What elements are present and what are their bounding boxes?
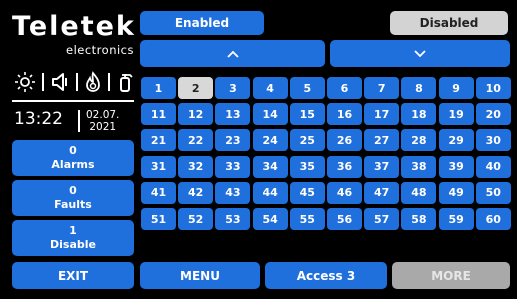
zone-cell-29[interactable]: 29 [438,129,474,152]
zone-cell-55[interactable]: 55 [289,208,325,230]
zone-cell-23[interactable]: 23 [215,129,251,152]
zone-cell-48[interactable]: 48 [401,181,437,204]
icon-separator [108,73,110,91]
zone-cell-39[interactable]: 39 [438,155,474,178]
zone-cell-36[interactable]: 36 [327,155,362,178]
zone-cell-59[interactable]: 59 [438,208,474,230]
chevron-down-icon [414,49,426,57]
zone-cell-31[interactable]: 31 [141,155,176,178]
zone-cell-2[interactable]: 2 [178,77,214,99]
divider [12,100,134,102]
date-year: 2021 [89,121,117,133]
chevron-up-icon [226,50,239,58]
zone-cell-49[interactable]: 49 [438,181,474,204]
fire-extinguisher-icon [120,74,133,92]
zone-cell-33[interactable]: 33 [215,155,251,178]
zone-cell-58[interactable]: 58 [401,208,437,230]
zone-cell-45[interactable]: 45 [289,181,325,204]
menu-button[interactable]: MENU [140,262,260,289]
zone-cell-6[interactable]: 6 [327,77,362,99]
faults-counter-button[interactable]: 0 Faults [12,180,134,216]
zone-cell-20[interactable]: 20 [475,103,511,126]
faults-count: 0 [69,184,77,197]
enabled-button[interactable]: Enabled [140,11,264,35]
zone-cell-19[interactable]: 19 [438,103,474,126]
zone-cell-9[interactable]: 9 [438,77,474,99]
icon-separator [76,73,78,91]
zone-cell-30[interactable]: 30 [475,129,511,152]
zone-cell-28[interactable]: 28 [401,129,437,152]
alarms-count: 0 [69,144,77,157]
panel-screen: Teletek electronics 13:22 02.07. 2021 0 … [0,0,517,299]
zone-cell-11[interactable]: 11 [141,103,176,126]
speaker-icon [52,73,67,91]
zone-cell-14[interactable]: 14 [252,103,288,126]
zone-cell-54[interactable]: 54 [252,208,288,230]
zone-cell-24[interactable]: 24 [252,129,288,152]
zone-cell-18[interactable]: 18 [401,103,437,126]
disable-label: Disable [50,238,96,251]
zone-cell-22[interactable]: 22 [178,129,214,152]
zone-cell-10[interactable]: 10 [475,77,511,99]
zone-cell-7[interactable]: 7 [364,77,400,99]
scroll-down-button[interactable] [330,40,510,67]
zone-cell-16[interactable]: 16 [327,103,362,126]
zone-cell-51[interactable]: 51 [141,208,176,230]
zone-cell-38[interactable]: 38 [401,155,437,178]
zone-cell-12[interactable]: 12 [178,103,214,126]
zone-cell-50[interactable]: 50 [475,181,511,204]
zone-cell-46[interactable]: 46 [327,181,362,204]
zone-cell-53[interactable]: 53 [215,208,251,230]
zone-cell-41[interactable]: 41 [141,181,176,204]
zone-cell-34[interactable]: 34 [252,155,288,178]
faults-label: Faults [54,198,92,211]
icon-separator [42,73,44,91]
zone-cell-21[interactable]: 21 [141,129,176,152]
zone-cell-40[interactable]: 40 [475,155,511,178]
zone-cell-26[interactable]: 26 [327,129,362,152]
zone-cell-52[interactable]: 52 [178,208,214,230]
sun-icon [15,72,35,92]
zone-cell-47[interactable]: 47 [364,181,400,204]
clock-date: 02.07. 2021 [86,109,119,133]
brand-logo: Teletek [12,11,136,42]
disable-counter-button[interactable]: 1 Disable [12,220,134,256]
status-icons-bar [14,70,134,94]
fire-icon [86,71,100,92]
brand-subtitle: electronics [66,43,134,57]
zone-cell-15[interactable]: 15 [289,103,325,126]
zone-cell-37[interactable]: 37 [364,155,400,178]
zone-cell-57[interactable]: 57 [364,208,400,230]
zone-cell-25[interactable]: 25 [289,129,325,152]
zone-cell-8[interactable]: 8 [401,77,437,99]
zone-cell-43[interactable]: 43 [215,181,251,204]
scroll-up-button[interactable] [140,40,325,67]
zone-cell-42[interactable]: 42 [178,181,214,204]
zone-cell-27[interactable]: 27 [364,129,400,152]
clock-separator [78,110,80,132]
clock-time: 13:22 [14,109,63,129]
access-level-button[interactable]: Access 3 [265,262,387,289]
date-day-month: 02.07. [86,109,120,121]
zone-cell-1[interactable]: 1 [141,77,176,99]
alarms-counter-button[interactable]: 0 Alarms [12,140,134,176]
zone-cell-5[interactable]: 5 [289,77,325,99]
disabled-button[interactable]: Disabled [390,11,508,35]
disable-count: 1 [69,224,77,237]
zone-cell-3[interactable]: 3 [215,77,251,99]
zone-cell-44[interactable]: 44 [252,181,288,204]
zone-cell-60[interactable]: 60 [475,208,511,230]
more-button[interactable]: MORE [392,262,510,289]
zone-cell-35[interactable]: 35 [289,155,325,178]
zone-cell-13[interactable]: 13 [215,103,251,126]
zone-cell-17[interactable]: 17 [364,103,400,126]
exit-button[interactable]: EXIT [12,262,134,289]
zone-cell-32[interactable]: 32 [178,155,214,178]
alarms-label: Alarms [51,158,95,171]
zone-cell-4[interactable]: 4 [252,77,288,99]
zone-cell-56[interactable]: 56 [327,208,362,230]
